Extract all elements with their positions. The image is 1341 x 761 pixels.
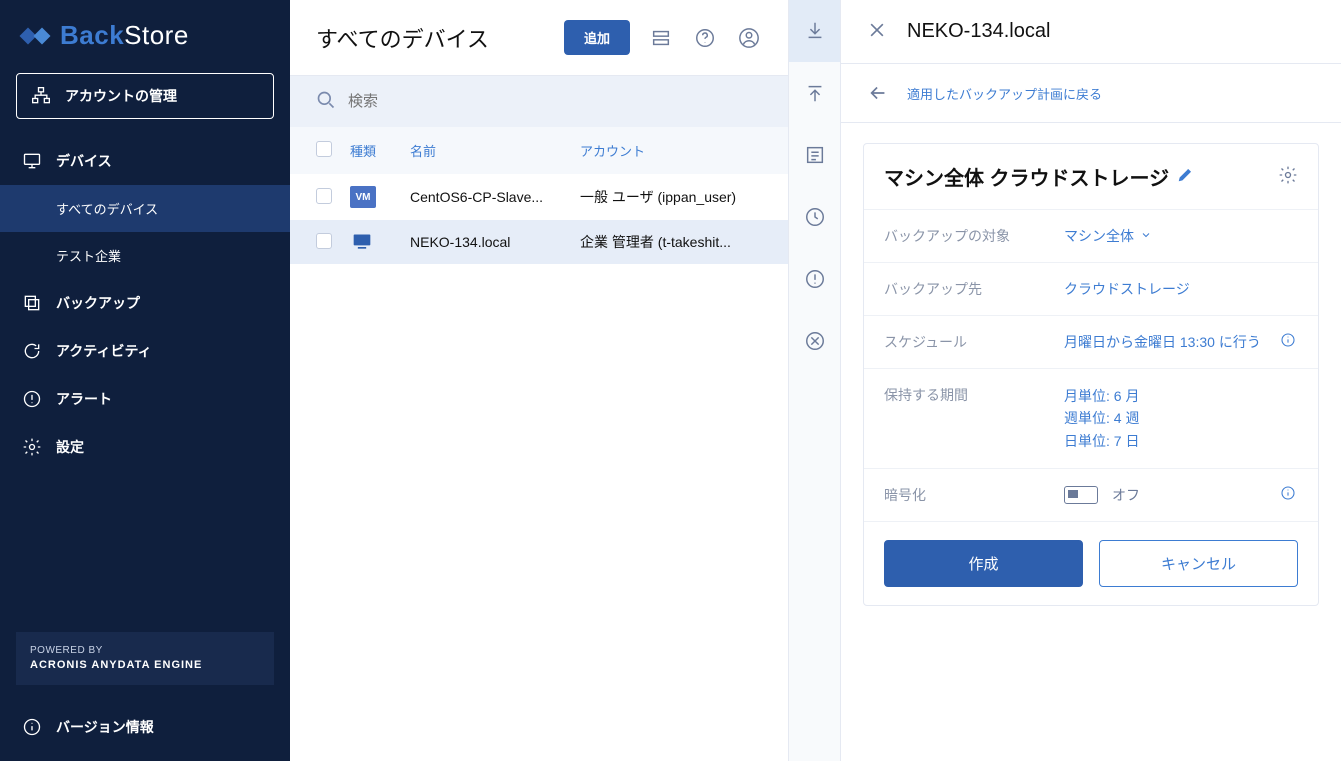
refresh-icon bbox=[22, 341, 42, 361]
sidebar: BackStore アカウントの管理 デバイス すべてのデバイス テスト企業 バ… bbox=[0, 0, 290, 761]
info-icon[interactable] bbox=[1280, 332, 1298, 350]
user-icon[interactable] bbox=[736, 25, 762, 51]
select-all-checkbox[interactable] bbox=[316, 141, 332, 157]
gear-icon bbox=[22, 437, 42, 457]
card-title: マシン全体 クラウドストレージ bbox=[884, 162, 1278, 191]
prop-encryption[interactable]: 暗号化 オフ bbox=[864, 469, 1318, 522]
col-account[interactable]: アカウント bbox=[580, 141, 762, 160]
prop-destination[interactable]: バックアップ先 クラウドストレージ bbox=[864, 263, 1318, 316]
backup-plan-card: マシン全体 クラウドストレージ バックアップの対象 マシン全体 バックアップ先 bbox=[863, 143, 1319, 606]
prop-retention[interactable]: 保持する期間 月単位: 6 月 週単位: 4 週 日単位: 7 日 bbox=[864, 369, 1318, 469]
card-settings-icon[interactable] bbox=[1278, 165, 1298, 188]
rail-cancel[interactable] bbox=[789, 310, 840, 372]
col-type[interactable]: 種類 bbox=[350, 141, 410, 160]
account-manage-button[interactable]: アカウントの管理 bbox=[16, 73, 274, 119]
device-row[interactable]: VM CentOS6-CP-Slave... 一般 ユーザ (ippan_use… bbox=[290, 174, 788, 220]
search-input[interactable] bbox=[348, 93, 762, 110]
device-account: 一般 ユーザ (ippan_user) bbox=[580, 187, 762, 207]
vm-icon: VM bbox=[350, 186, 376, 208]
prop-schedule[interactable]: スケジュール 月曜日から金曜日 13:30 に行う bbox=[864, 316, 1318, 369]
chevron-down-icon bbox=[1140, 228, 1152, 244]
device-name: CentOS6-CP-Slave... bbox=[410, 189, 580, 205]
add-button[interactable]: 追加 bbox=[564, 20, 630, 55]
search-icon bbox=[316, 90, 336, 113]
panel-title: NEKO-134.local bbox=[907, 20, 1050, 43]
nav-all-devices[interactable]: すべてのデバイス bbox=[0, 185, 290, 232]
list-header: 種類 名前 アカウント bbox=[290, 127, 788, 174]
nav-devices[interactable]: デバイス bbox=[0, 137, 290, 185]
brand-icon bbox=[22, 22, 50, 50]
nav-alert[interactable]: アラート bbox=[0, 375, 290, 423]
help-icon[interactable] bbox=[692, 25, 718, 51]
nav-version[interactable]: バージョン情報 bbox=[0, 703, 290, 751]
main-header: すべてのデバイス 追加 bbox=[290, 0, 788, 76]
powered-by: POWERED BY ACRONIS ANYDATA ENGINE bbox=[16, 632, 274, 685]
rail-download[interactable] bbox=[789, 0, 840, 62]
alert-icon bbox=[22, 389, 42, 409]
cancel-button[interactable]: キャンセル bbox=[1099, 540, 1298, 587]
nav-activity[interactable]: アクティビティ bbox=[0, 327, 290, 375]
prop-backup-target[interactable]: バックアップの対象 マシン全体 bbox=[864, 210, 1318, 263]
nav-settings[interactable]: 設定 bbox=[0, 423, 290, 471]
nav-test-company[interactable]: テスト企業 bbox=[0, 232, 290, 279]
device-name: NEKO-134.local bbox=[410, 234, 580, 250]
create-button[interactable]: 作成 bbox=[884, 540, 1083, 587]
info-icon[interactable] bbox=[1280, 485, 1298, 503]
search-row bbox=[290, 76, 788, 127]
rail-upload[interactable] bbox=[789, 62, 840, 124]
sitemap-icon bbox=[31, 86, 51, 106]
device-account: 企業 管理者 (t-takeshit... bbox=[580, 232, 762, 252]
col-name[interactable]: 名前 bbox=[410, 141, 580, 160]
back-to-plans[interactable]: 適用したバックアップ計画に戻る bbox=[841, 64, 1341, 123]
panel-header: NEKO-134.local bbox=[841, 0, 1341, 64]
row-checkbox[interactable] bbox=[316, 233, 332, 249]
brand[interactable]: BackStore bbox=[0, 20, 290, 73]
monitor-icon bbox=[22, 151, 42, 171]
pc-icon bbox=[350, 232, 410, 252]
account-label: アカウントの管理 bbox=[65, 86, 177, 106]
rail-list[interactable] bbox=[789, 124, 840, 186]
edit-icon[interactable] bbox=[1177, 165, 1195, 189]
rail-history[interactable] bbox=[789, 186, 840, 248]
brand-text: BackStore bbox=[60, 20, 189, 51]
page-title: すべてのデバイス bbox=[316, 22, 546, 54]
nav-backup[interactable]: バックアップ bbox=[0, 279, 290, 327]
info-icon bbox=[22, 717, 42, 737]
device-row[interactable]: NEKO-134.local 企業 管理者 (t-takeshit... bbox=[290, 220, 788, 264]
row-checkbox[interactable] bbox=[316, 188, 332, 204]
encryption-toggle[interactable] bbox=[1064, 486, 1098, 504]
details-panel: NEKO-134.local 適用したバックアップ計画に戻る マシン全体 クラウ… bbox=[841, 0, 1341, 761]
main: すべてのデバイス 追加 種類 名前 アカウント bbox=[290, 0, 789, 761]
copy-icon bbox=[22, 293, 42, 313]
close-icon[interactable] bbox=[867, 20, 887, 43]
action-rail bbox=[789, 0, 841, 761]
rail-warning[interactable] bbox=[789, 248, 840, 310]
view-mode-icon[interactable] bbox=[648, 25, 674, 51]
